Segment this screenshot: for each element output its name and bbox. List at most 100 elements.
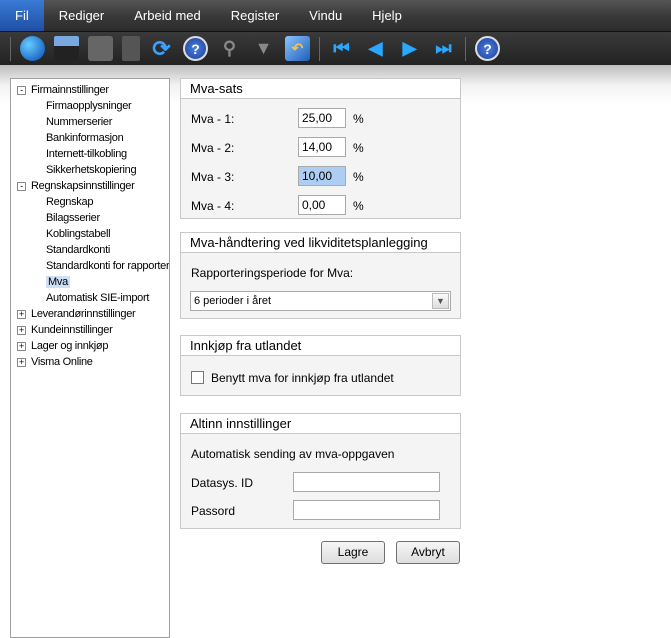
tree-item-label: Mva	[46, 276, 70, 288]
expand-icon[interactable]: +	[17, 326, 26, 335]
mva-sats-group: Mva-sats Mva - 1: 25,00 % Mva - 2: 14,00…	[180, 78, 461, 219]
tree-item[interactable]: Sikkerhetskopiering	[11, 162, 169, 178]
print-icon[interactable]	[88, 36, 113, 61]
group-title: Altinn innstillinger	[181, 414, 460, 434]
preview-icon[interactable]	[122, 36, 140, 61]
mva-label: Mva - 1:	[191, 112, 235, 126]
search-icon[interactable]: ⚲	[217, 36, 242, 61]
tree-item-label: Firmainnstillinger	[31, 84, 109, 96]
collapse-icon[interactable]: -	[17, 86, 26, 95]
tree-item[interactable]: Standardkonti	[11, 242, 169, 258]
chevron-down-icon[interactable]: ▼	[432, 293, 449, 309]
utland-checkbox[interactable]	[191, 371, 204, 384]
tree-item-label: Bilagsserier	[46, 212, 100, 224]
tree-item[interactable]: + Leverandørinnstillinger	[11, 306, 169, 322]
utland-group: Innkjøp fra utlandet Benytt mva for innk…	[180, 335, 461, 396]
passord-input[interactable]	[293, 500, 440, 520]
toolbar: ⟳ ? ⚲ ▼ ↶ ⏮ ◀ ▶ ⏭ ?	[0, 31, 671, 65]
period-select[interactable]: 6 perioder i året ▼	[190, 291, 451, 311]
period-select-value: 6 perioder i året	[194, 295, 272, 307]
utland-checkbox-label: Benytt mva for innkjøp fra utlandet	[211, 371, 394, 385]
tree-item-label: Nummerserier	[46, 116, 113, 128]
last-record-icon[interactable]: ⏭	[431, 36, 456, 61]
mva-label: Mva - 3:	[191, 170, 235, 184]
mva-label: Mva - 2:	[191, 141, 235, 155]
tree-item-label: Regnskap	[46, 196, 94, 208]
help-icon[interactable]: ?	[475, 36, 500, 61]
menu-hjelp[interactable]: Hjelp	[357, 0, 417, 31]
tree-item-label: Firmaopplysninger	[46, 100, 132, 112]
altinn-group: Altinn innstillinger Automatisk sending …	[180, 413, 461, 529]
mva-rate-input[interactable]: 0,00	[298, 195, 346, 215]
tree-item[interactable]: Internett-tilkobling	[11, 146, 169, 162]
percent-unit: %	[353, 170, 364, 184]
tree-item-label: Standardkonti for rapporter	[46, 260, 170, 272]
tree-item-label: Leverandørinnstillinger	[31, 308, 136, 320]
percent-unit: %	[353, 141, 364, 155]
tree-item[interactable]: + Visma Online	[11, 354, 169, 370]
mva-label: Mva - 4:	[191, 199, 235, 213]
expand-icon[interactable]: +	[17, 358, 26, 367]
percent-unit: %	[353, 112, 364, 126]
refresh-icon[interactable]: ⟳	[149, 36, 174, 61]
mva-rate-input[interactable]: 25,00	[298, 108, 346, 128]
separator	[10, 36, 11, 61]
tree-item-label: Internett-tilkobling	[46, 148, 127, 160]
tree-item[interactable]: Firmaopplysninger	[11, 98, 169, 114]
tree-item[interactable]: Regnskap	[11, 194, 169, 210]
period-label: Rapporteringsperiode for Mva:	[191, 266, 354, 280]
separator	[319, 36, 320, 61]
mva-rate-input[interactable]: 10,00	[298, 166, 346, 186]
datasys-label: Datasys. ID	[191, 476, 254, 490]
datasys-input[interactable]	[293, 472, 440, 492]
altinn-info: Automatisk sending av mva-oppgaven	[191, 447, 395, 461]
save-icon[interactable]	[54, 36, 79, 61]
tree-item[interactable]: Nummerserier	[11, 114, 169, 130]
settings-tree: - Firmainnstillinger Firmaopplysninger Numm…	[10, 78, 170, 638]
first-record-icon[interactable]: ⏮	[329, 36, 354, 61]
tree-item[interactable]: Koblingstabell	[11, 226, 169, 242]
tree-item[interactable]: + Kundeinnstillinger	[11, 322, 169, 338]
separator	[465, 36, 466, 61]
percent-unit: %	[353, 199, 364, 213]
menu-register[interactable]: Register	[216, 0, 294, 31]
likviditet-group: Mva-håndtering ved likviditetsplanleggin…	[180, 232, 461, 319]
tree-item-label: Automatisk SIE-import	[46, 292, 150, 304]
tree-item-label: Visma Online	[31, 356, 93, 368]
tree-item[interactable]: Bilagsserier	[11, 210, 169, 226]
expand-icon[interactable]: +	[17, 310, 26, 319]
menu-bar: Fil Rediger Arbeid med Register Vindu Hj…	[0, 0, 671, 31]
tree-item[interactable]: Bankinformasjon	[11, 130, 169, 146]
group-title: Innkjøp fra utlandet	[181, 336, 460, 356]
group-title: Mva-håndtering ved likviditetsplanleggin…	[181, 233, 460, 253]
tree-item-label: Standardkonti	[46, 244, 110, 256]
passord-label: Passord	[191, 504, 236, 518]
mva-rate-input[interactable]: 14,00	[298, 137, 346, 157]
menu-arbeid-med[interactable]: Arbeid med	[119, 0, 215, 31]
collapse-icon[interactable]: -	[17, 182, 26, 191]
save-button[interactable]: Lagre	[321, 541, 385, 564]
tree-item[interactable]: - Regnskapsinnstillinger	[11, 178, 169, 194]
menu-vindu[interactable]: Vindu	[294, 0, 357, 31]
tree-item[interactable]: + Lager og innkjøp	[11, 338, 169, 354]
menu-fil[interactable]: Fil	[0, 0, 44, 31]
globe-icon[interactable]	[20, 36, 45, 61]
group-title: Mva-sats	[181, 79, 460, 99]
tree-item[interactable]: Mva	[11, 274, 169, 290]
tree-item[interactable]: Standardkonti for rapporter	[11, 258, 169, 274]
cancel-button[interactable]: Avbryt	[396, 541, 460, 564]
menu-rediger[interactable]: Rediger	[44, 0, 120, 31]
undo-icon[interactable]: ↶	[285, 36, 310, 61]
expand-icon[interactable]: +	[17, 342, 26, 351]
tree-item-label: Regnskapsinnstillinger	[31, 180, 135, 192]
tree-item[interactable]: - Firmainnstillinger	[11, 82, 169, 98]
help-icon[interactable]: ?	[183, 36, 208, 61]
next-record-icon[interactable]: ▶	[397, 36, 422, 61]
tree-item-label: Kundeinnstillinger	[31, 324, 113, 336]
filter-icon[interactable]: ▼	[251, 36, 276, 61]
previous-record-icon[interactable]: ◀	[363, 36, 388, 61]
tree-item-label: Bankinformasjon	[46, 132, 124, 144]
tree-item-label: Lager og innkjøp	[31, 340, 109, 352]
tree-item-label: Koblingstabell	[46, 228, 111, 240]
tree-item[interactable]: Automatisk SIE-import	[11, 290, 169, 306]
